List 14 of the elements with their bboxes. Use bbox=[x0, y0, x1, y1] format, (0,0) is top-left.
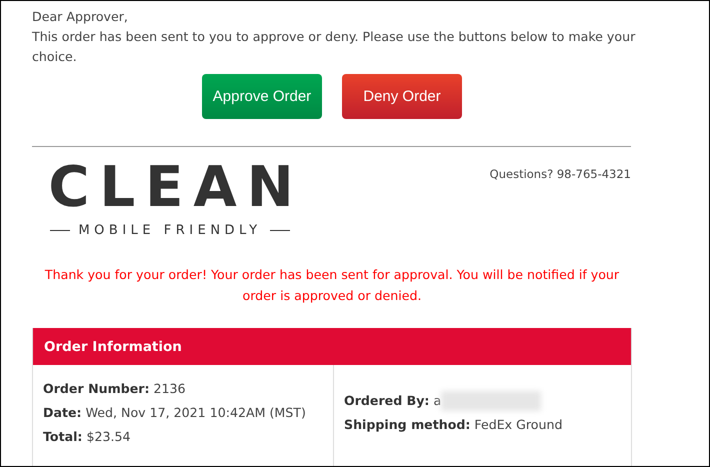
logo-title: CLEAN bbox=[48, 157, 304, 219]
notice-text: Thank you for your order! Your order has been sent for approval. You will be notified if your order is approved or denied. bbox=[44, 266, 620, 305]
order-button[interactable]: Deny Order bbox=[342, 74, 462, 119]
panel-header: Order Information bbox=[33, 328, 631, 365]
info-line: Order Number: 2136 bbox=[43, 380, 187, 398]
contact-text: Questions? 98-765-4321 bbox=[490, 167, 631, 183]
logo-subtitle: MOBILE FRIENDLY bbox=[78, 223, 262, 238]
intro-text: This order has been sent to you to approve or deny. Please use the buttons below to make your choice. bbox=[32, 28, 636, 66]
info-line: Ordered By: a bbox=[344, 392, 442, 410]
info-line: Date: Wed, Nov 17, 2021 10:42AM (MST) bbox=[43, 404, 307, 422]
order-button[interactable]: Approve Order bbox=[202, 74, 322, 119]
greeting-text: Dear Approver, bbox=[32, 8, 129, 26]
info-line: Shipping method: FedEx Ground bbox=[344, 416, 562, 434]
info-line: Total: $23.54 bbox=[43, 428, 132, 446]
